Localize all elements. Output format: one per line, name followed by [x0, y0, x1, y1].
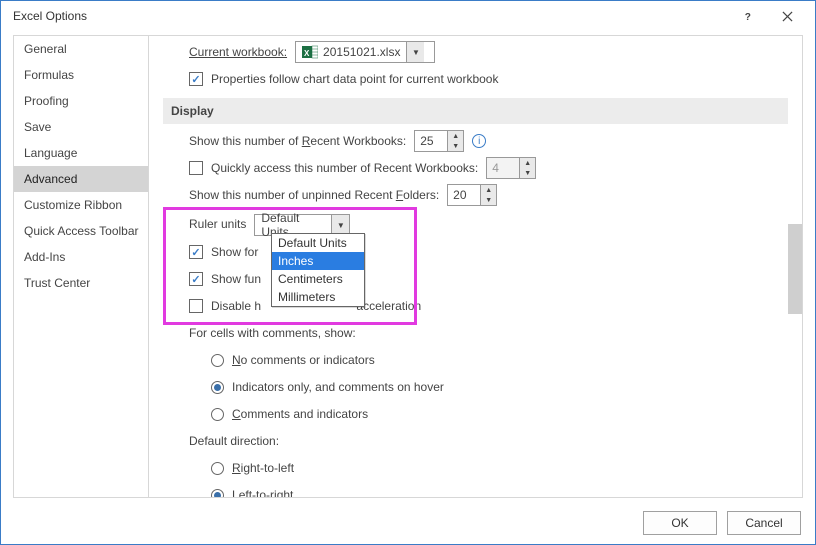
- sidebar-item-formulas[interactable]: Formulas: [14, 62, 148, 88]
- display-section-header: Display: [163, 98, 788, 124]
- recent-workbooks-spinner[interactable]: ▲▼: [414, 130, 464, 152]
- quick-access-spinner: ▲▼: [486, 157, 536, 179]
- help-button[interactable]: ?: [727, 2, 767, 30]
- recent-workbooks-label: Show this number of Recent Workbooks:: [189, 134, 406, 148]
- content-scroll[interactable]: Current workbook: X 20151021.xlsx ▼ Prop…: [149, 36, 802, 497]
- workbook-name: 20151021.xlsx: [323, 45, 400, 59]
- svg-text:?: ?: [744, 12, 750, 22]
- sidebar-item-qat[interactable]: Quick Access Toolbar: [14, 218, 148, 244]
- current-workbook-label: Current workbook:: [189, 45, 287, 59]
- radio-no-comments[interactable]: [211, 354, 224, 367]
- radio-no-comments-label: No comments or indicators: [232, 353, 375, 367]
- sidebar-item-save[interactable]: Save: [14, 114, 148, 140]
- ruler-units-dropdown: Default Units Inches Centimeters Millime…: [271, 233, 365, 307]
- sidebar-item-customize-ribbon[interactable]: Customize Ribbon: [14, 192, 148, 218]
- excel-options-window: Excel Options ? General Formulas Proofin…: [0, 0, 816, 545]
- show-function-tooltips-checkbox[interactable]: [189, 272, 203, 286]
- comments-display-label: For cells with comments, show:: [189, 326, 356, 340]
- radio-indicators-only[interactable]: [211, 381, 224, 394]
- category-sidebar: General Formulas Proofing Save Language …: [13, 35, 149, 498]
- dialog-body: General Formulas Proofing Save Language …: [13, 35, 803, 498]
- radio-comments-indicators-label: Comments and indicators: [232, 407, 368, 421]
- unpinned-folders-spinner[interactable]: ▲▼: [447, 184, 497, 206]
- unpinned-folders-label: Show this number of unpinned Recent Fold…: [189, 188, 439, 202]
- radio-ltr-label: Left-to-right: [232, 488, 293, 497]
- close-button[interactable]: [767, 2, 807, 30]
- ruler-option-inches[interactable]: Inches: [272, 252, 364, 270]
- show-formula-bar-label: Show for: [211, 245, 258, 259]
- ruler-option-centimeters[interactable]: Centimeters: [272, 270, 364, 288]
- sidebar-item-proofing[interactable]: Proofing: [14, 88, 148, 114]
- quick-access-label: Quickly access this number of Recent Wor…: [211, 161, 478, 175]
- chevron-down-icon[interactable]: ▼: [331, 215, 349, 235]
- radio-rtl-label: Right-to-left: [232, 461, 294, 475]
- default-direction-label: Default direction:: [189, 434, 279, 448]
- quick-access-checkbox[interactable]: [189, 161, 203, 175]
- ruler-option-millimeters[interactable]: Millimeters: [272, 288, 364, 306]
- radio-indicators-only-label: Indicators only, and comments on hover: [232, 380, 444, 394]
- chevron-down-icon[interactable]: ▼: [406, 42, 424, 62]
- ruler-units-area: Ruler units Default Units ▼ Default Unit…: [171, 211, 788, 317]
- current-workbook-combo[interactable]: X 20151021.xlsx ▼: [295, 41, 435, 63]
- disable-hw-accel-checkbox[interactable]: [189, 299, 203, 313]
- spinner-up-icon[interactable]: ▲: [448, 131, 463, 141]
- show-formula-bar-checkbox[interactable]: [189, 245, 203, 259]
- ok-button[interactable]: OK: [643, 511, 717, 535]
- window-title: Excel Options: [9, 9, 727, 23]
- content-pane: Current workbook: X 20151021.xlsx ▼ Prop…: [149, 35, 803, 498]
- properties-follow-checkbox[interactable]: [189, 72, 203, 86]
- spinner-down-icon[interactable]: ▼: [481, 195, 496, 205]
- excel-file-icon: X: [302, 44, 318, 60]
- svg-text:X: X: [304, 49, 310, 58]
- radio-rtl[interactable]: [211, 462, 224, 475]
- show-function-tooltips-label: Show fun: [211, 272, 261, 286]
- properties-follow-label: Properties follow chart data point for c…: [211, 72, 498, 86]
- sidebar-item-trust-center[interactable]: Trust Center: [14, 270, 148, 296]
- radio-comments-and-indicators[interactable]: [211, 408, 224, 421]
- info-icon[interactable]: i: [472, 134, 486, 148]
- spinner-up-icon[interactable]: ▲: [481, 185, 496, 195]
- ruler-option-default[interactable]: Default Units: [272, 234, 364, 252]
- cancel-button[interactable]: Cancel: [727, 511, 801, 535]
- sidebar-item-addins[interactable]: Add-Ins: [14, 244, 148, 270]
- ruler-units-label: Ruler units: [189, 217, 246, 231]
- titlebar: Excel Options ?: [1, 1, 815, 31]
- radio-ltr[interactable]: [211, 489, 224, 498]
- dialog-footer: OK Cancel: [629, 502, 815, 544]
- sidebar-item-advanced[interactable]: Advanced: [14, 166, 148, 192]
- sidebar-item-general[interactable]: General: [14, 36, 148, 62]
- sidebar-item-language[interactable]: Language: [14, 140, 148, 166]
- spinner-down-icon[interactable]: ▼: [448, 141, 463, 151]
